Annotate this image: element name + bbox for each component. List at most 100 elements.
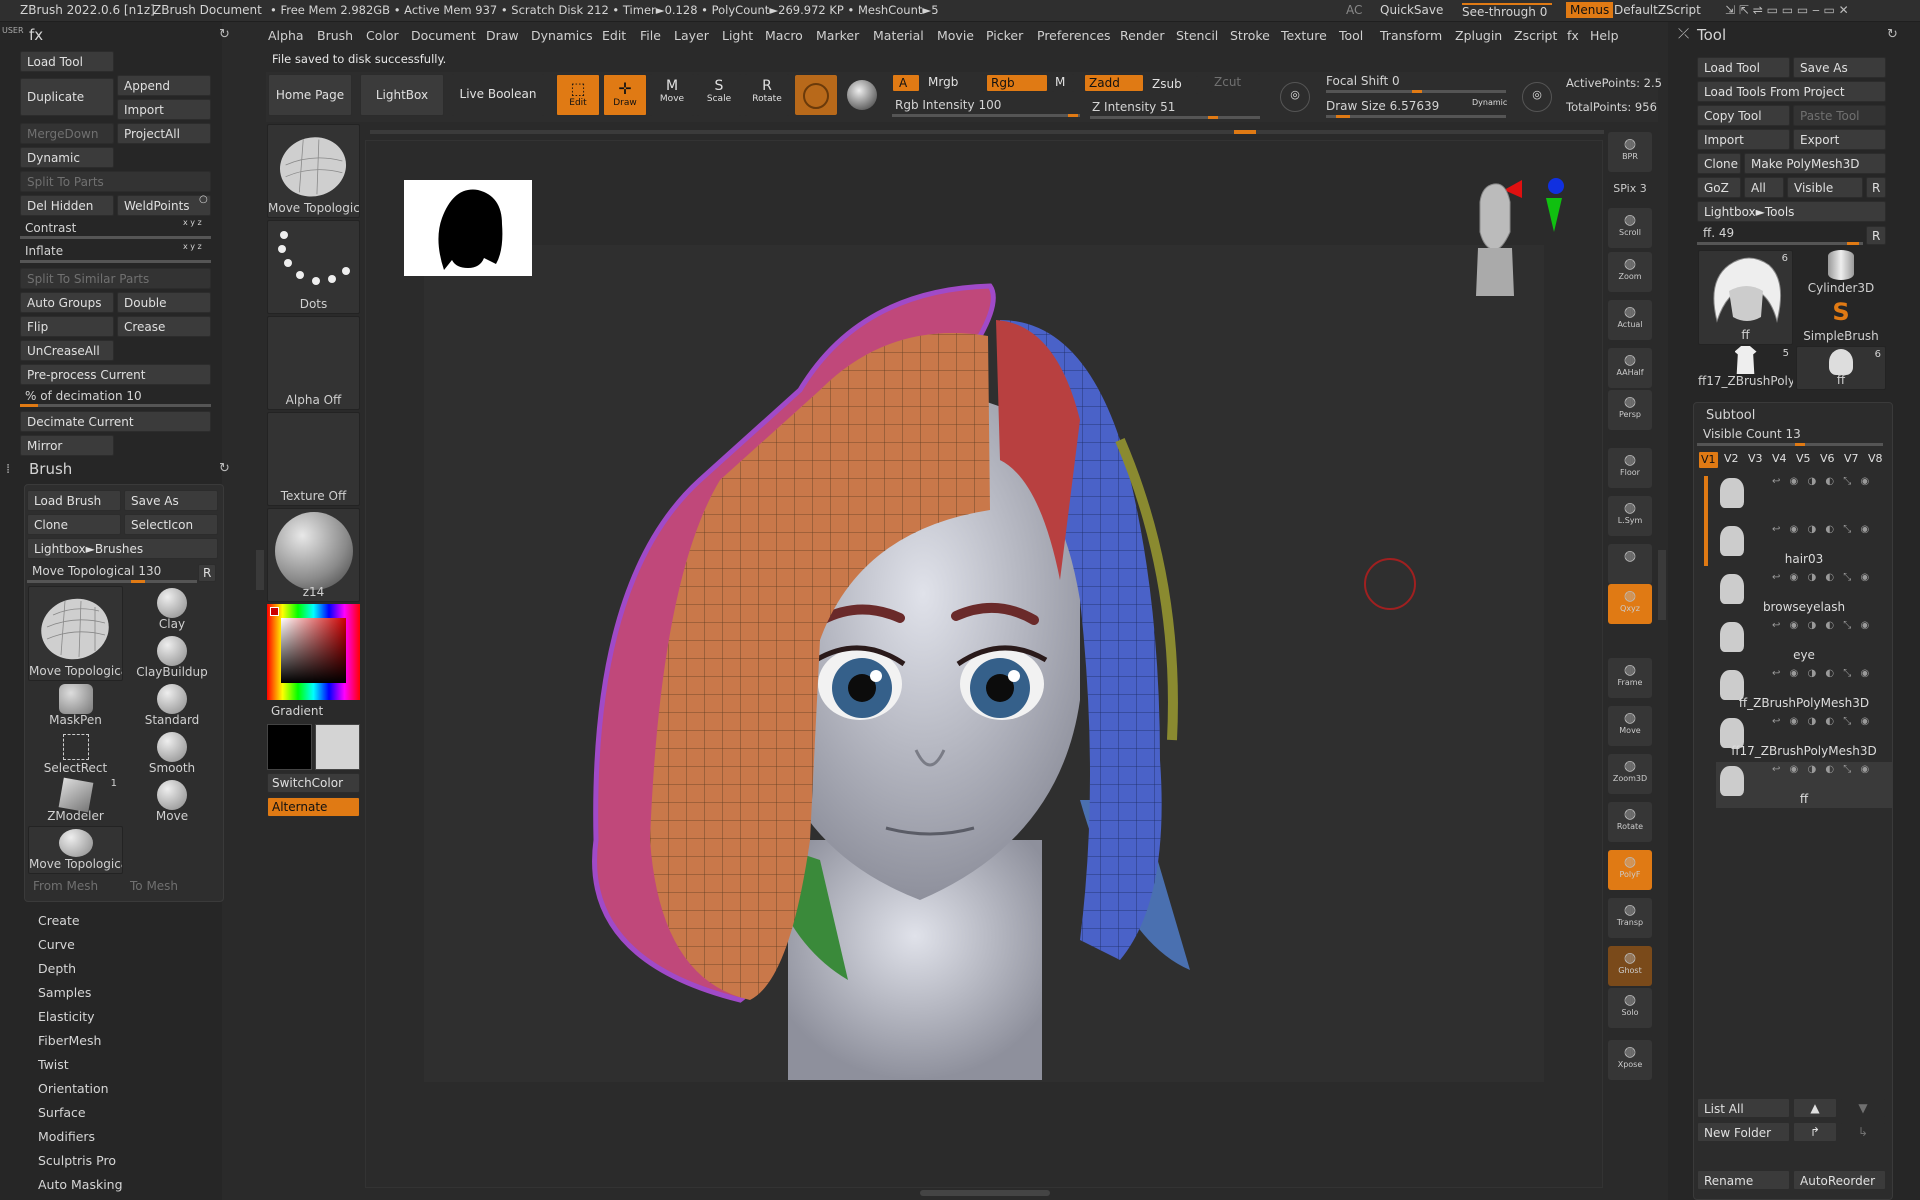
weldpoints-button[interactable]: WeldPoints [117,195,211,216]
tool-refresh-icon[interactable]: ↻ [1887,27,1898,42]
menu-material[interactable]: Material [873,28,924,43]
brush-thumb-move[interactable]: Move [127,778,217,825]
list-all-button[interactable]: List All [1697,1098,1790,1118]
main-color-swatch[interactable] [315,724,360,770]
shelf-button-rotate[interactable]: ◍ Rotate [1608,802,1652,842]
inflate-xyz-label[interactable]: x y z [183,242,202,251]
menu-preferences[interactable]: Preferences [1037,28,1111,43]
split-similar-parts-button[interactable]: Split To Similar Parts [20,268,211,289]
version-button-v7[interactable]: V7 [1842,451,1863,469]
bottom-tray-handle[interactable] [920,1190,1050,1196]
subtool-row[interactable]: ↩ ◉ ◑ ◐ ⤡ ◉ [1716,474,1892,520]
selecticon-button[interactable]: SelectIcon [124,514,218,535]
submenu-samples[interactable]: Samples [38,985,91,1000]
visible-count-slider[interactable] [1697,443,1883,446]
submenu-depth[interactable]: Depth [38,961,76,976]
append-button[interactable]: Append [117,75,211,96]
menu-layer[interactable]: Layer [674,28,709,43]
double-button[interactable]: Double [117,292,211,313]
version-button-v3[interactable]: V3 [1746,451,1767,469]
subtool-controls-icons[interactable]: ↩ ◉ ◑ ◐ ⤡ ◉ [1772,716,1872,727]
tool-load-button[interactable]: Load Tool [1697,57,1790,78]
goz-button[interactable]: GoZ [1697,177,1741,198]
menu-help[interactable]: Help [1590,28,1619,43]
home-page-button[interactable]: Home Page [268,74,352,116]
brush-thumb-move-topological-2[interactable]: Move Topologica [28,826,123,874]
redirect-icon[interactable]: ↱ [1793,1122,1837,1142]
version-button-v6[interactable]: V6 [1818,451,1839,469]
ff-slider[interactable] [1697,242,1863,245]
tool-save-as-button[interactable]: Save As [1793,57,1886,78]
see-through-slider[interactable]: See-through 0 [1462,3,1552,19]
menu-stroke[interactable]: Stroke [1230,28,1270,43]
brush-clone-button[interactable]: Clone [27,514,121,535]
left-tray-collapse-handle[interactable] [256,550,264,590]
subtool-row[interactable]: ↩ ◉ ◑ ◐ ⤡ ◉ ff [1716,762,1892,808]
shelf-button-xpose[interactable]: ◍ Xpose [1608,1040,1652,1080]
draw-mode-button[interactable]: ✛ Draw [603,74,647,116]
subtool-title[interactable]: Subtool [1706,408,1755,423]
mrgb-button[interactable]: Mrgb [924,74,984,92]
goz-r-button[interactable]: R [1866,177,1886,198]
decimate-current-button[interactable]: Decimate Current [20,411,211,432]
color-picker-square[interactable] [281,618,346,683]
brush-thumb-standard[interactable]: Standard [127,682,217,729]
menu-transform[interactable]: Transform [1380,28,1442,43]
rgb-intensity-slider[interactable] [892,114,1080,117]
brush-thumb-smooth[interactable]: Smooth [127,730,217,777]
shelf-button-transp[interactable]: ◍ Transp [1608,898,1652,938]
submenu-fibermesh[interactable]: FiberMesh [38,1033,101,1048]
goz-all-button[interactable]: All [1744,177,1784,198]
shelf-button-zoom3d[interactable]: ◍ Zoom3D [1608,754,1652,794]
crease-button[interactable]: Crease [117,316,211,337]
shelf-button-floor[interactable]: ◍ Floor [1608,448,1652,488]
version-button-v1[interactable]: V1 [1698,451,1719,469]
menu-edit[interactable]: Edit [602,28,626,43]
menu-document[interactable]: Document [411,28,476,43]
rotate-mode-button[interactable]: R Rotate [745,74,789,116]
menu-macro[interactable]: Macro [765,28,803,43]
new-folder-button[interactable]: New Folder [1697,1122,1790,1142]
focal-shift-slider[interactable] [1326,90,1506,93]
brush-thumb-maskpen[interactable]: MaskPen [28,682,123,729]
menu-fx[interactable]: fx [1567,28,1579,43]
tool-export-button[interactable]: Export [1793,129,1886,150]
tool-thumb-ff17[interactable]: ff17_ZBrushPolyM 5 [1698,346,1793,390]
a-button[interactable]: A [892,74,920,92]
menu-marker[interactable]: Marker [816,28,859,43]
rename-button[interactable]: Rename [1697,1170,1790,1190]
subtool-row[interactable]: ↩ ◉ ◑ ◐ ⤡ ◉ eye [1716,618,1892,664]
shelf-button-move[interactable]: ◍ Move [1608,706,1652,746]
load-tools-from-project-button[interactable]: Load Tools From Project [1697,81,1886,102]
menu-picker[interactable]: Picker [986,28,1023,43]
split-to-parts-button[interactable]: Split To Parts [20,171,211,192]
subtool-row[interactable]: ↩ ◉ ◑ ◐ ⤡ ◉ hair03 [1716,522,1892,568]
shelf-button-persp[interactable]: ◍ Persp [1608,390,1652,430]
uncreaseall-button[interactable]: UnCreaseAll [20,340,114,361]
stroke-thumb[interactable]: Dots [267,220,360,314]
rgb-button[interactable]: Rgb [986,74,1048,92]
tool-clone-button[interactable]: Clone [1697,153,1741,174]
move-down-icon[interactable]: ▼ [1840,1098,1886,1118]
duplicate-button[interactable]: Duplicate [20,78,114,116]
brush-save-as-button[interactable]: Save As [124,490,218,511]
tool-thumb-ff-2[interactable]: ff 6 [1796,346,1886,390]
del-hidden-button[interactable]: Del Hidden [20,195,114,216]
subtool-controls-icons[interactable]: ↩ ◉ ◑ ◐ ⤡ ◉ [1772,572,1872,583]
menu-render[interactable]: Render [1120,28,1165,43]
mirror-button[interactable]: Mirror [20,435,114,456]
zadd-button[interactable]: Zadd [1084,74,1144,92]
move-mode-button[interactable]: M Move [650,74,694,116]
alternate-button[interactable]: Alternate [267,797,360,817]
lightbox-tools-button[interactable]: Lightbox►Tools [1697,201,1886,222]
shelf-button-solo[interactable]: ◍ Solo [1608,988,1652,1028]
ff-r-button[interactable]: R [1866,226,1886,245]
brush-refresh-icon[interactable]: ↻ [219,461,230,476]
tool-drag-icon[interactable]: ⤫ [1678,26,1689,42]
copy-tool-button[interactable]: Copy Tool [1697,105,1790,126]
version-button-v5[interactable]: V5 [1794,451,1815,469]
shelf-button-lsym[interactable]: ◍ L.Sym [1608,496,1652,536]
brush-thumb-clay[interactable]: Clay [127,586,217,633]
menu-file[interactable]: File [640,28,661,43]
shelf-button-bpr[interactable]: ◍ BPR [1608,132,1652,172]
